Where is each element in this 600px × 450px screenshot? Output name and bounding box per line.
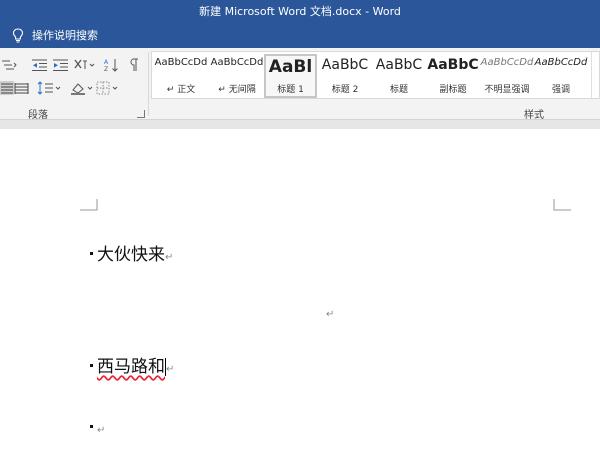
bullet-icon bbox=[90, 251, 93, 255]
style-name: 强调 bbox=[551, 85, 570, 95]
style-name: 副标题 bbox=[439, 85, 467, 95]
borders-icon[interactable] bbox=[96, 81, 120, 95]
style-name: ↵ 正文 bbox=[166, 85, 196, 95]
paragraph-2[interactable]: ↵ bbox=[326, 302, 334, 322]
group-separator bbox=[148, 52, 149, 116]
line-spacing-icon[interactable] bbox=[37, 81, 61, 95]
style-normal[interactable]: AaBbCcDd ↵ 正文 bbox=[154, 54, 208, 98]
styles-gallery[interactable]: AaBbCcDd ↵ 正文 AaBbCcDd ↵ 无间隔 AaBl 标题 1 A… bbox=[151, 51, 600, 99]
margin-corner-left bbox=[80, 199, 98, 211]
bullet-icon bbox=[90, 363, 93, 367]
style-preview: AaBbC bbox=[375, 57, 423, 73]
tell-me-label[interactable]: 操作说明搜索 bbox=[32, 28, 98, 43]
style-heading-2[interactable]: AaBbC 标题 2 bbox=[318, 54, 372, 98]
style-preview: AaBbCcDd bbox=[480, 57, 534, 68]
svg-text:Z: Z bbox=[104, 66, 108, 72]
style-name: ↵ 无间隔 bbox=[218, 85, 256, 95]
style-subtitle[interactable]: AaBbC 副标题 bbox=[426, 54, 480, 98]
shading-icon[interactable] bbox=[70, 81, 94, 95]
title-bar: 新建 Microsoft Word 文档.docx - Word bbox=[0, 0, 600, 23]
style-preview: AaBl bbox=[268, 57, 313, 77]
style-name: 标题 1 bbox=[277, 85, 304, 95]
multilevel-list-icon[interactable] bbox=[0, 58, 18, 72]
paragraph-3[interactable]: 西马路和↵ bbox=[90, 352, 174, 377]
paragraph-4[interactable]: ↵ bbox=[90, 418, 105, 438]
chinese-layout-icon[interactable] bbox=[73, 58, 95, 72]
tell-me-bar[interactable]: 操作说明搜索 bbox=[0, 23, 600, 48]
style-preview: AaBbC bbox=[321, 57, 369, 73]
style-emphasis[interactable]: AaBbCcDd 强调 bbox=[534, 54, 588, 98]
lightbulb-icon bbox=[12, 28, 24, 43]
style-title[interactable]: AaBbC 标题 bbox=[372, 54, 426, 98]
paragraph-text: 西马路和 bbox=[97, 357, 165, 377]
style-heading-1[interactable]: AaBl 标题 1 bbox=[264, 54, 317, 98]
style-name: 标题 2 bbox=[331, 85, 359, 95]
style-preview: AaBbC bbox=[427, 57, 479, 73]
decrease-indent-icon[interactable] bbox=[31, 58, 49, 72]
document-page[interactable] bbox=[0, 129, 600, 450]
paragraph-mark-icon: ↵ bbox=[166, 364, 175, 375]
style-preview: AaBbCcDd bbox=[154, 57, 208, 68]
paragraph-dialog-launcher[interactable] bbox=[137, 110, 145, 118]
paragraph-text: 大伙快来 bbox=[97, 245, 165, 265]
style-preview: AaBbCcDd bbox=[534, 57, 588, 68]
style-subtle-emphasis[interactable]: AaBbCcDd 不明显强调 bbox=[480, 54, 534, 98]
paragraph-mark-icon: ↵ bbox=[165, 252, 174, 263]
style-name: 不明显强调 bbox=[484, 85, 530, 95]
style-preview: AaBbCcDd bbox=[210, 57, 264, 68]
svg-text:A: A bbox=[104, 59, 109, 66]
paragraph-mark-icon: ↵ bbox=[97, 425, 106, 436]
style-no-spacing[interactable]: AaBbCcDd ↵ 无间隔 bbox=[210, 54, 264, 98]
styles-group-label: 样式 bbox=[524, 110, 544, 121]
style-name: 标题 bbox=[389, 85, 408, 95]
styles-scroll[interactable] bbox=[591, 52, 599, 98]
distributed-icon[interactable] bbox=[14, 81, 32, 95]
show-hide-marks-icon[interactable] bbox=[125, 58, 143, 72]
paragraph-mark-icon: ↵ bbox=[326, 309, 335, 320]
window-title: 新建 Microsoft Word 文档.docx - Word bbox=[199, 5, 401, 18]
margin-corner-right bbox=[553, 199, 571, 211]
bullet-icon bbox=[90, 424, 93, 428]
increase-indent-icon[interactable] bbox=[52, 58, 70, 72]
document-backdrop bbox=[0, 120, 600, 129]
paragraph-1[interactable]: 大伙快来↵ bbox=[90, 240, 173, 265]
sort-icon[interactable]: A Z bbox=[103, 58, 121, 72]
paragraph-group-label: 段落 bbox=[28, 110, 48, 121]
